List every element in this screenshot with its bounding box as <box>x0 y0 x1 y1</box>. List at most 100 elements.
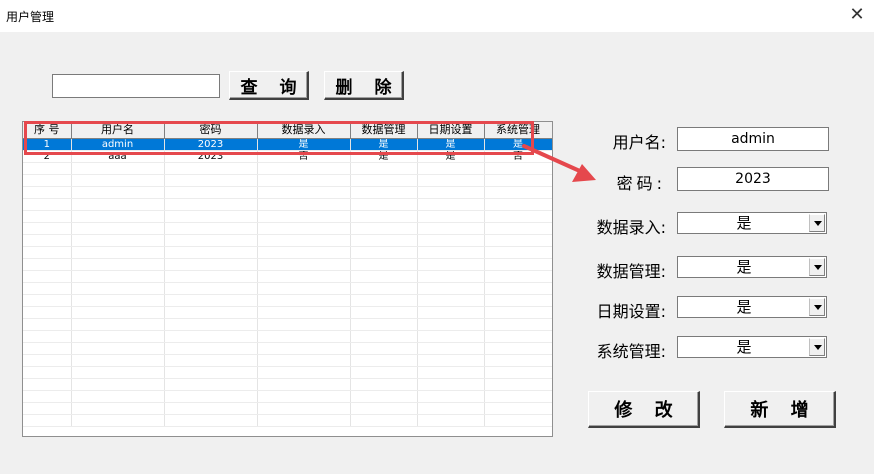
table-cell <box>350 402 418 415</box>
delete-button[interactable]: 删 除 <box>324 71 404 100</box>
grid-header-cell[interactable]: 用户名 <box>71 122 165 139</box>
table-cell <box>350 186 418 199</box>
chevron-down-icon[interactable] <box>809 258 825 276</box>
table-cell <box>71 162 165 175</box>
grid-header-cell[interactable]: 密码 <box>164 122 258 139</box>
modify-button[interactable]: 修 改 <box>588 391 700 428</box>
chevron-down-icon[interactable] <box>809 214 825 232</box>
chevron-down-icon[interactable] <box>809 298 825 316</box>
grid-header-cell[interactable]: 数据管理 <box>350 122 418 139</box>
date-setting-select[interactable]: 是 <box>677 296 827 318</box>
table-cell <box>71 246 165 259</box>
table-cell <box>350 162 418 175</box>
table-cell <box>257 210 351 223</box>
empty-row <box>23 198 552 211</box>
table-cell <box>257 162 351 175</box>
empty-row <box>23 318 552 331</box>
system-manage-select[interactable]: 是 <box>677 336 827 358</box>
table-cell <box>71 390 165 403</box>
table-cell: 是 <box>417 150 485 163</box>
empty-row <box>23 258 552 271</box>
grid-header-cell[interactable]: 数据录入 <box>257 122 351 139</box>
query-button[interactable]: 查 询 <box>229 71 309 100</box>
date-setting-value: 是 <box>736 298 752 316</box>
data-entry-label: 数据录入: <box>596 218 666 237</box>
close-icon[interactable]: ✕ <box>846 4 868 26</box>
table-cell <box>164 162 258 175</box>
table-cell <box>71 330 165 343</box>
table-cell <box>23 270 72 283</box>
grid-header-cell[interactable]: 序 号 <box>23 122 72 139</box>
table-cell <box>164 210 258 223</box>
grid-header-cell[interactable]: 日期设置 <box>417 122 485 139</box>
table-row[interactable]: 1 admin 2023 是是是是 <box>23 138 552 151</box>
table-cell <box>484 258 552 271</box>
table-cell <box>257 246 351 259</box>
table-cell <box>164 414 258 427</box>
table-cell <box>23 378 72 391</box>
table-cell <box>417 270 485 283</box>
empty-row <box>23 354 552 367</box>
data-entry-select[interactable]: 是 <box>677 212 827 234</box>
chevron-down-icon[interactable] <box>809 338 825 356</box>
table-cell <box>257 306 351 319</box>
table-cell <box>484 222 552 235</box>
empty-row <box>23 330 552 343</box>
grid-header-cell[interactable]: 系统管理 <box>484 122 552 139</box>
table-cell <box>71 294 165 307</box>
table-cell <box>164 294 258 307</box>
user-grid[interactable]: 序 号用户名 密码 数据录入 数据管理 日期设置 系统管理 1 admin 2023 是是是是 2… <box>22 121 553 437</box>
table-cell <box>350 294 418 307</box>
table-cell <box>257 186 351 199</box>
table-cell <box>257 414 351 427</box>
table-cell <box>164 354 258 367</box>
table-cell <box>484 234 552 247</box>
empty-row <box>23 378 552 391</box>
table-cell <box>350 198 418 211</box>
table-cell <box>417 354 485 367</box>
table-cell <box>23 258 72 271</box>
user-table: 序 号用户名 密码 数据录入 数据管理 日期设置 系统管理 1 admin 2023 是是是是 2… <box>23 122 552 427</box>
table-cell <box>484 378 552 391</box>
table-cell <box>23 342 72 355</box>
table-cell <box>417 306 485 319</box>
table-cell <box>484 282 552 295</box>
grid-body: 1 admin 2023 是是是是 2 aaa 2023 否是是否 <box>23 138 552 427</box>
table-cell <box>484 402 552 415</box>
table-row[interactable]: 2 aaa 2023 否是是否 <box>23 150 552 163</box>
table-cell <box>164 222 258 235</box>
data-manage-select[interactable]: 是 <box>677 256 827 278</box>
table-cell <box>417 330 485 343</box>
table-cell <box>257 222 351 235</box>
table-cell <box>350 174 418 187</box>
table-cell <box>417 294 485 307</box>
password-field[interactable]: 2023 <box>677 167 829 191</box>
empty-row <box>23 270 552 283</box>
table-cell <box>350 390 418 403</box>
table-cell <box>257 354 351 367</box>
data-manage-label: 数据管理: <box>596 262 666 281</box>
table-cell <box>23 318 72 331</box>
empty-row <box>23 306 552 319</box>
username-field[interactable]: admin <box>677 127 829 151</box>
search-input[interactable] <box>52 74 220 98</box>
table-cell <box>484 174 552 187</box>
table-cell <box>71 354 165 367</box>
table-cell: 2 <box>23 150 72 163</box>
table-cell <box>257 294 351 307</box>
table-cell <box>71 282 165 295</box>
table-cell <box>484 342 552 355</box>
table-cell: 是 <box>350 138 418 151</box>
new-button[interactable]: 新 增 <box>724 391 836 428</box>
table-cell <box>257 258 351 271</box>
table-cell <box>23 354 72 367</box>
table-cell <box>417 246 485 259</box>
table-cell <box>484 198 552 211</box>
table-cell <box>71 174 165 187</box>
table-cell <box>23 174 72 187</box>
table-cell <box>257 234 351 247</box>
data-entry-value: 是 <box>736 214 752 232</box>
table-cell <box>23 162 72 175</box>
table-cell <box>484 306 552 319</box>
table-cell <box>417 210 485 223</box>
